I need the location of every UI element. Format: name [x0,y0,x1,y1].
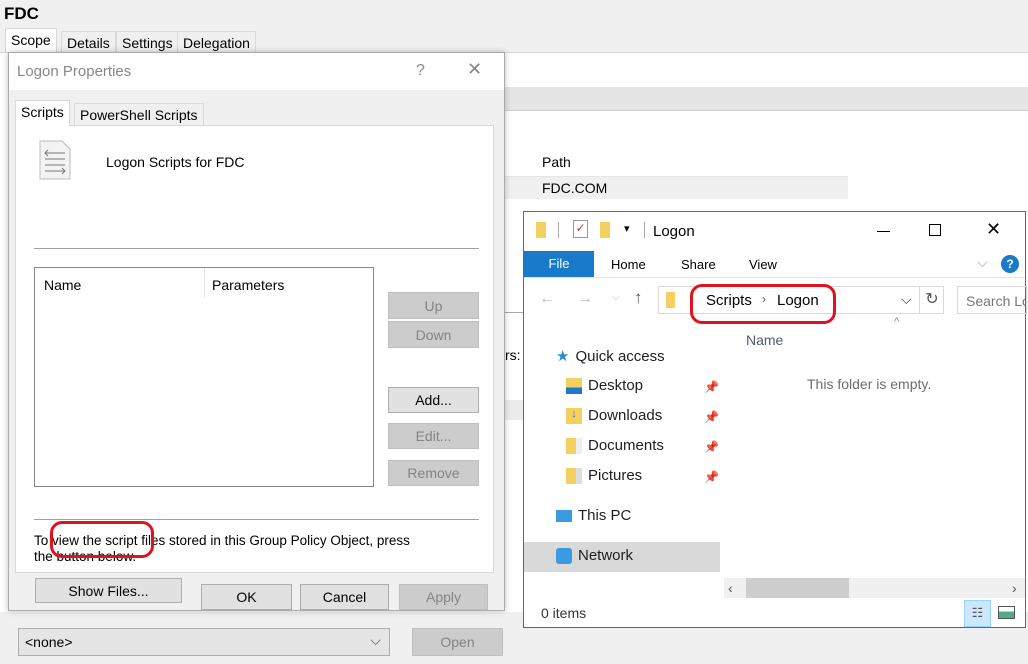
large-icons-view-icon[interactable] [998,606,1015,619]
tab-delegation[interactable]: Delegation [177,31,256,53]
separator [34,519,479,520]
address-dropdown-icon[interactable]: ⌵ [901,291,912,308]
tab-settings[interactable]: Settings [116,31,179,53]
nav-quick-access[interactable]: ★ Quick access [556,347,665,366]
navigation-pane: ★ Quick access Desktop 📌 ↓ Downloads 📌 Doc… [524,322,720,572]
open-button[interactable]: Open [412,628,503,656]
scripts-heading: Logon Scripts for FDC [106,154,245,170]
section-band [505,87,1028,111]
scripts-list[interactable]: Name Parameters [34,267,374,487]
details-view-icon[interactable]: ☷ [964,600,991,627]
column-name[interactable]: Name [44,277,81,293]
nav-downloads[interactable]: ↓ Downloads [566,407,662,424]
new-folder-icon[interactable] [600,222,610,238]
partial-label: rs: [505,347,521,363]
cancel-button[interactable]: Cancel [300,584,389,610]
dialog-title: Logon Properties [17,63,132,80]
downloads-folder-icon: ↓ [566,407,582,424]
help-button[interactable]: ? [416,62,425,80]
forward-icon[interactable]: → [577,290,593,308]
wmi-value: <none> [25,634,73,650]
ok-button[interactable]: OK [201,584,292,610]
scroll-left-icon[interactable]: ‹ [728,580,733,596]
pictures-folder-icon [566,467,582,484]
remove-button[interactable]: Remove [388,460,479,486]
properties-icon[interactable]: ✓ [573,220,588,238]
path-value: FDC.COM [542,180,608,196]
tab-scripts[interactable]: Scripts [15,100,70,126]
tab-scope[interactable]: Scope [5,28,57,53]
close-icon[interactable]: ✕ [467,59,482,80]
chevron-down-icon: ⌵ [370,632,381,648]
back-icon[interactable]: ← [539,290,555,308]
star-icon: ★ [556,348,570,365]
add-button[interactable]: Add... [388,387,479,413]
close-icon[interactable]: ✕ [986,219,1001,240]
up-button[interactable]: Up [388,292,479,319]
highlight-breadcrumb [690,284,836,324]
computer-icon [556,509,572,522]
sort-ascending-icon: ^ [894,316,900,328]
show-files-button[interactable]: Show Files... [35,578,182,603]
ribbon-view-tab[interactable]: View [749,257,777,272]
help-icon[interactable]: ? [1001,255,1019,273]
explorer-window: ✓ ▾ Logon ✕ File Home Share View ⌵ ? ← →… [523,211,1027,628]
network-icon [556,547,572,564]
desktop-folder-icon [566,377,582,394]
recent-locations-icon[interactable]: ⌵ [612,292,620,303]
column-name[interactable]: Name [746,332,783,348]
documents-folder-icon [566,437,582,454]
path-header: Path [542,154,571,170]
folder-icon [536,222,546,238]
highlight-show-files [50,521,154,558]
customize-toolbar-icon[interactable]: ▾ [624,222,630,235]
up-icon[interactable]: ↑ [634,288,643,308]
wmi-filter-select[interactable]: <none> ⌵ [18,628,390,656]
maximize-icon[interactable] [929,224,941,236]
window-title: Logon [653,223,695,240]
pin-icon[interactable]: 📌 [704,440,719,454]
column-divider [204,268,205,298]
status-item-count: 0 items [541,605,587,621]
column-parameters[interactable]: Parameters [212,277,284,293]
refresh-icon[interactable]: ↻ [919,287,944,313]
minimize-icon[interactable] [877,231,890,232]
horizontal-scrollbar[interactable]: ‹ › [724,578,1025,598]
ribbon-home-tab[interactable]: Home [611,257,646,272]
gpo-title: FDC [4,4,39,23]
ribbon-file-tab[interactable]: File [524,251,594,277]
nav-pictures[interactable]: Pictures [566,467,642,484]
nav-this-pc[interactable]: This PC [556,507,631,524]
divider [505,312,525,313]
divider [558,222,559,238]
nav-network[interactable]: Network [556,547,633,564]
expand-ribbon-icon[interactable]: ⌵ [977,254,988,271]
pin-icon[interactable]: 📌 [704,380,719,394]
divider [644,222,645,238]
folder-icon [666,292,675,308]
tab-details[interactable]: Details [61,31,116,53]
down-button[interactable]: Down [388,321,479,348]
nav-documents[interactable]: Documents [566,437,664,454]
search-input[interactable]: Search Lo [957,286,1027,314]
tab-powershell-scripts[interactable]: PowerShell Scripts [74,103,204,126]
ribbon-share-tab[interactable]: Share [681,257,716,272]
edit-button[interactable]: Edit... [388,423,479,449]
filter-list [505,400,525,420]
empty-folder-message: This folder is empty. [807,376,932,392]
scroll-right-icon[interactable]: › [1012,580,1017,596]
pin-icon[interactable]: 📌 [704,410,719,424]
nav-desktop[interactable]: Desktop [566,377,643,394]
apply-button[interactable]: Apply [399,584,488,610]
scroll-thumb[interactable] [746,578,849,598]
separator [34,248,479,249]
script-file-icon [39,140,71,180]
pin-icon[interactable]: 📌 [704,470,719,484]
scripts-tab-panel: Logon Scripts for FDC Name Parameters Up… [15,125,494,603]
ribbon-divider [524,277,1025,278]
